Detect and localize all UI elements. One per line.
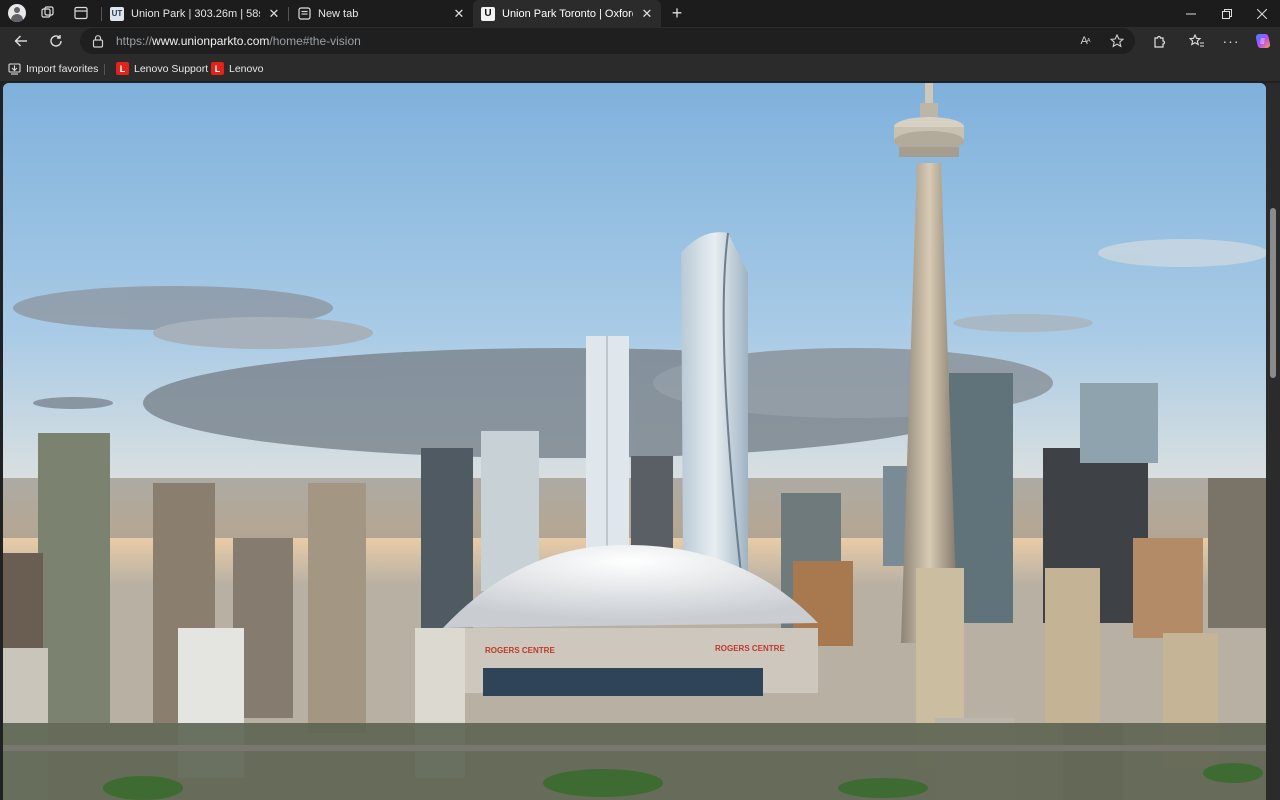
star-icon (1110, 34, 1124, 48)
close-tab-icon[interactable]: ✕ (266, 6, 282, 22)
close-tab-icon[interactable]: ✕ (451, 6, 467, 22)
tab-strip: UT Union Park | 303.26m | 58s | Oxford ✕… (0, 0, 1280, 27)
tab-favicon: U (481, 6, 495, 21)
import-favorites-link[interactable]: Import favorites (8, 60, 98, 77)
profile-avatar-icon (8, 4, 26, 22)
new-tab-button[interactable]: + (667, 3, 687, 23)
url-path: /home#the-vision (269, 34, 361, 48)
url-host: www.unionparkto.com (152, 34, 270, 48)
plus-icon: + (671, 3, 683, 23)
favorite-star-button[interactable] (1107, 32, 1127, 50)
read-aloud-icon: Aᴬ (1080, 35, 1091, 47)
favorites-separator (104, 64, 105, 75)
rogers-centre-sign: ROGERS CENTRE (485, 646, 555, 655)
page-viewport: ROGERS CENTRE ROGERS CENTRE (3, 83, 1266, 800)
tab-union-park-toronto[interactable]: U Union Park Toronto | Oxford Properties… (473, 0, 661, 27)
favorites-list-icon (1189, 34, 1204, 47)
gardiner-expressway (3, 745, 1266, 751)
scrollbar-thumb[interactable] (1270, 208, 1276, 378)
profile-button[interactable] (6, 3, 28, 23)
copilot-icon (1255, 34, 1271, 48)
workspaces-icon (41, 6, 54, 18)
lenovo-logo-icon: L (211, 62, 224, 75)
refresh-button[interactable] (43, 30, 69, 52)
page-scrollbar[interactable] (1266, 83, 1280, 800)
extensions-button[interactable] (1146, 30, 1172, 52)
arrow-left-icon (14, 35, 27, 47)
newtab-icon (297, 7, 311, 21)
lock-icon[interactable] (91, 34, 105, 48)
tab-title: Union Park Toronto | Oxford Properties (502, 7, 633, 20)
more-dots-icon: ··· (1222, 33, 1240, 49)
fav-label: Lenovo (229, 62, 264, 75)
rogers-centre-sign-2: ROGERS CENTRE (715, 644, 785, 653)
fav-label: Import favorites (26, 62, 99, 75)
workspaces-button[interactable] (37, 3, 59, 23)
tab-new-tab[interactable]: New tab ✕ (289, 0, 473, 27)
lenovo-support-link[interactable]: L Lenovo Support (116, 60, 208, 77)
tab-title: Union Park | 303.26m | 58s | Oxford (131, 7, 260, 20)
lenovo-link[interactable]: L Lenovo (211, 60, 263, 77)
refresh-icon (50, 35, 62, 47)
close-icon (1257, 8, 1267, 19)
fav-label: Lenovo Support (134, 62, 209, 75)
minimize-button[interactable] (1173, 0, 1209, 27)
copilot-button[interactable] (1250, 30, 1276, 52)
tab-favicon: UT (110, 6, 124, 21)
favorites-bar: Import favorites L Lenovo Support L Leno… (0, 55, 1280, 82)
hero-skyline-image: ROGERS CENTRE ROGERS CENTRE (3, 83, 1266, 800)
close-window-button[interactable] (1244, 0, 1280, 27)
restore-button[interactable] (1209, 0, 1245, 27)
url-text[interactable]: https://www.unionparkto.com/home#the-vis… (116, 34, 361, 48)
favorites-button[interactable] (1184, 30, 1210, 52)
vertical-tabs-icon (74, 6, 88, 20)
lenovo-logo-icon: L (116, 62, 129, 75)
restore-icon (1222, 8, 1232, 19)
close-tab-icon[interactable]: ✕ (639, 6, 655, 22)
tab-union-park-forum[interactable]: UT Union Park | 303.26m | 58s | Oxford ✕ (102, 0, 288, 27)
url-scheme: https:// (116, 34, 153, 48)
minimize-icon (1186, 13, 1196, 14)
puzzle-icon (1154, 35, 1166, 48)
read-aloud-button[interactable]: Aᴬ (1075, 32, 1095, 50)
settings-more-button[interactable]: ··· (1218, 30, 1244, 52)
address-bar[interactable]: https://www.unionparkto.com/home#the-vis… (80, 28, 1135, 54)
back-button[interactable] (8, 30, 34, 52)
tab-actions-button[interactable] (70, 3, 92, 23)
tab-title: New tab (318, 7, 359, 20)
import-icon (8, 62, 21, 75)
toolbar: https://www.unionparkto.com/home#the-vis… (0, 27, 1280, 55)
